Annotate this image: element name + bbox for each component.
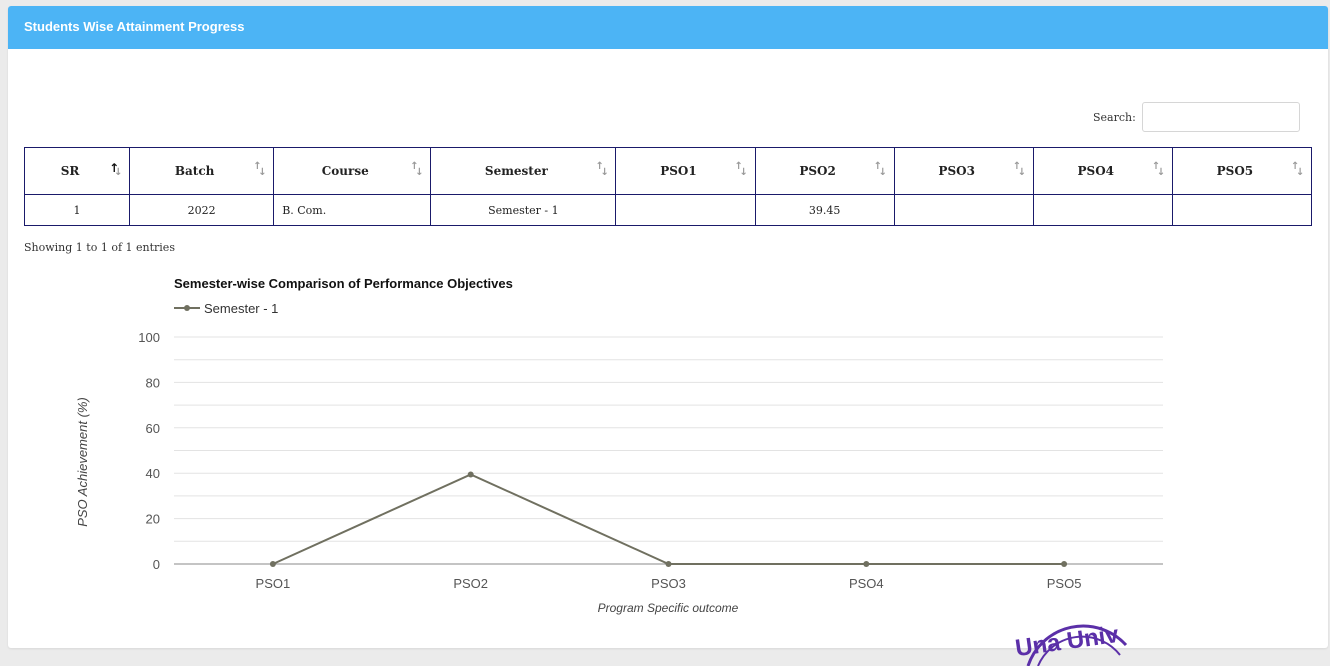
sort-icon: ↑ ↓ [873,161,888,178]
column-header-pso1[interactable]: PSO1 ↑ ↓ [615,147,756,195]
table-row: 1 2022 B. Com. Semester - 1 39.45 [23,194,1313,226]
column-header-pso3[interactable]: PSO3 ↑ ↓ [893,147,1034,195]
cell-pso4 [1032,194,1173,226]
sort-icon: ↑ ↓ [1012,161,1027,178]
cell-batch: 2022 [129,194,275,226]
legend-marker-icon [184,305,190,311]
table-info: Showing 1 to 1 of 1 entries [24,241,175,254]
sort-icon: ↑ ↓ [734,161,748,178]
sort-icon: ↑ ↓ [595,161,609,178]
x-tick-label: PSO5 [1047,576,1082,591]
search-label: Search: [1093,110,1136,124]
cell-semester: Semester - 1 [430,194,617,226]
header-label: PSO2 [799,164,836,178]
cell-pso2: 39.45 [754,194,895,226]
data-point [1061,561,1068,567]
data-point [269,561,276,567]
y-tick-label: 80 [146,375,160,390]
attainment-panel: Students Wise Attainment Progress Search… [8,6,1328,648]
header-label: SR [60,164,80,178]
x-axis-title: Program Specific outcome [598,601,739,615]
y-tick-label: 20 [146,512,160,527]
sort-ascending-icon: ↑ ↓ [109,161,123,178]
header-label: Course [321,164,369,178]
y-tick-label: 40 [146,466,160,481]
cell-pso5 [1171,194,1313,226]
panel-title: Students Wise Attainment Progress [8,6,1328,49]
chart-legend[interactable]: Semester - 1 [174,301,278,316]
header-label: PSO1 [660,164,697,178]
cell-pso3 [893,194,1034,226]
chart-title: Semester-wise Comparison of Performance … [174,276,513,291]
header-label: PSO5 [1216,164,1254,178]
university-stamp: Una Univ [1014,621,1128,666]
header-label: PSO4 [1077,164,1115,178]
y-tick-label: 100 [138,330,160,345]
search-input[interactable] [1141,102,1300,132]
data-point [863,561,870,567]
column-header-batch[interactable]: Batch ↑ ↓ [129,147,275,195]
y-tick-label: 60 [146,421,160,436]
column-header-pso4[interactable]: PSO4 ↑ ↓ [1032,147,1173,195]
header-label: Semester [484,164,548,178]
column-header-sr[interactable]: SR ↑ ↓ [23,147,131,195]
search-box: Search: [1093,101,1300,133]
x-tick-label: PSO2 [453,576,488,591]
pso-line-chart: Semester-wise Comparison of Performance … [75,276,1163,615]
x-tick-label: PSO1 [256,576,291,591]
sort-icon: ↑ ↓ [410,161,424,178]
y-axis-title: PSO Achievement (%) [75,397,90,527]
header-label: PSO3 [938,164,975,178]
column-header-pso2[interactable]: PSO2 ↑ ↓ [754,147,895,195]
attainment-table: SR ↑ ↓ Batch ↑ ↓ Course ↑ ↓ Semester ↑ ↓ PSO1 ↑ ↓ … [23,147,1313,226]
table-header-row: SR ↑ ↓ Batch ↑ ↓ Course ↑ ↓ Semester ↑ ↓ PSO1 ↑ ↓ … [23,147,1313,195]
header-label: Batch [174,164,215,178]
cell-sr: 1 [23,194,131,226]
data-point [467,471,474,478]
sort-icon: ↑ ↓ [1291,161,1305,178]
x-tick-label: PSO3 [651,576,686,591]
y-tick-label: 0 [153,557,160,572]
cell-pso1 [615,194,756,226]
x-tick-label: PSO4 [849,576,884,591]
sort-icon: ↑ ↓ [1151,161,1166,178]
series-line [272,473,1065,565]
column-header-semester[interactable]: Semester ↑ ↓ [430,147,617,195]
sort-icon: ↑ ↓ [253,161,267,178]
cell-course: B. Com. [273,194,432,226]
data-point [665,561,672,567]
column-header-pso5[interactable]: PSO5 ↑ ↓ [1171,147,1313,195]
legend-label: Semester - 1 [204,301,278,316]
column-header-course[interactable]: Course ↑ ↓ [273,147,432,195]
stamp-text: Una Univ [1014,621,1121,662]
